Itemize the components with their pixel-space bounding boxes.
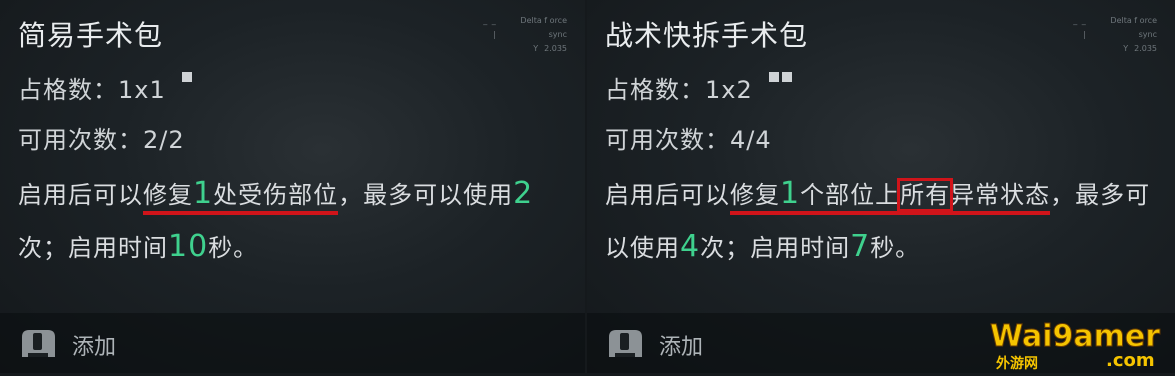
grid-size-row: 占格数：1x1 bbox=[18, 70, 193, 105]
uses-value: 2/2 bbox=[143, 126, 185, 154]
grid-size-value: 1x1 bbox=[118, 76, 166, 104]
svg-text:外游网: 外游网 bbox=[996, 355, 1038, 372]
highlight-box: 所有 bbox=[897, 178, 954, 212]
svg-text:Wai9amer: Wai9amer bbox=[990, 319, 1160, 354]
hand-icon[interactable] bbox=[605, 327, 647, 363]
grid-size-icon bbox=[182, 72, 193, 82]
highlight-underline: 修复1个部位上所有异常状态 bbox=[730, 176, 1051, 215]
highlight-underline: 修复1处受伤部位 bbox=[143, 176, 339, 215]
sync-watermark: _ _ | Delta f orce sync Y 2.035 bbox=[1073, 16, 1157, 53]
item-title: 战术快拆手术包 bbox=[605, 19, 809, 52]
uses-label: 可用次数： bbox=[605, 126, 730, 154]
add-button[interactable]: 添加 bbox=[659, 329, 703, 361]
item-title: 简易手术包 bbox=[18, 19, 164, 52]
item-description: 启用后可以修复1处受伤部位，最多可以使用2次；启用时间10秒。 bbox=[18, 176, 534, 264]
uses-label: 可用次数： bbox=[18, 126, 143, 154]
grid-size-label: 占格数： bbox=[605, 76, 705, 104]
uses-value: 4/4 bbox=[730, 126, 772, 154]
uses-row: 可用次数：2/2 bbox=[18, 120, 185, 155]
add-button[interactable]: 添加 bbox=[72, 329, 116, 361]
item-card-simple-surgery-kit: _ _ | Delta f orce sync Y 2.035 简易手术包 占格数：… bbox=[0, 0, 585, 373]
grid-size-icon bbox=[769, 72, 793, 82]
sync-watermark: _ _ | Delta f orce sync Y 2.035 bbox=[483, 16, 567, 53]
item-description: 启用后可以修复1个部位上所有异常状态，最多可以使用4次；启用时间7秒。 bbox=[605, 176, 1151, 264]
uses-row: 可用次数：4/4 bbox=[605, 120, 772, 155]
hand-icon[interactable] bbox=[18, 327, 60, 363]
grid-size-label: 占格数： bbox=[18, 76, 118, 104]
grid-size-row: 占格数：1x2 bbox=[605, 70, 793, 105]
action-bar: 添加 bbox=[0, 313, 585, 373]
site-watermark-logo: Wai9amer 外游网 .com bbox=[988, 316, 1168, 373]
svg-text:.com: .com bbox=[1106, 350, 1155, 371]
grid-size-value: 1x2 bbox=[705, 76, 753, 104]
